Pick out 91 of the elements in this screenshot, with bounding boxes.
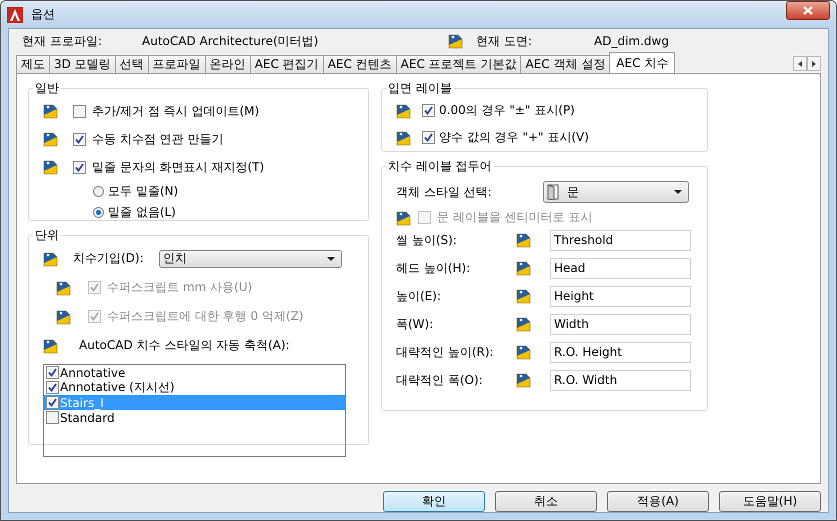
door-icon (547, 184, 559, 200)
checkbox[interactable] (422, 104, 435, 117)
profile-value: AutoCAD Architecture(미터법) (142, 32, 320, 50)
close-icon (803, 6, 813, 15)
drawing-file-icon (516, 344, 532, 360)
drawing-file-icon (396, 210, 412, 226)
style-dropdown[interactable]: 문 (543, 181, 689, 203)
drawing-file-icon (448, 33, 464, 49)
dialog-button[interactable]: 확인 (383, 491, 485, 512)
drawing-file-icon (516, 316, 532, 332)
checkbox-label: 수동 치수점 연관 만들기 (92, 130, 224, 148)
group-title: 입면 레이블 (387, 80, 453, 97)
right-arrow-icon (812, 60, 816, 66)
close-button[interactable] (786, 1, 830, 20)
list-item[interactable]: Annotative (44, 365, 345, 380)
units-dropdown[interactable]: 인치 (159, 250, 342, 268)
field-label: 치수기입(D): (73, 250, 145, 267)
dropdown-arrow-icon (674, 190, 682, 194)
drawing-file-icon (516, 288, 532, 304)
checkbox-label: 양수 값의 경우 "+" 표시(V) (439, 129, 589, 146)
checkbox[interactable] (46, 381, 59, 394)
text-field[interactable]: R.O. Height (550, 342, 691, 362)
radio-label: 모두 밑줄(N) (108, 183, 178, 200)
list-item[interactable]: Standard (44, 410, 345, 425)
text-field[interactable]: Height (550, 286, 691, 306)
checkbox[interactable] (46, 396, 59, 409)
drawing-file-icon (516, 260, 532, 276)
tab[interactable]: AEC 편집기 (250, 55, 324, 73)
field-label: 객체 스타일 선택: (396, 184, 493, 200)
drawing-file-icon (43, 250, 59, 266)
tab[interactable]: 선택 (114, 55, 149, 73)
checkbox-label: 수퍼스크립트에 대한 후행 0 억제(Z) (107, 308, 304, 325)
radio-button[interactable] (93, 186, 104, 197)
group-title: 일반 (34, 80, 60, 97)
left-arrow-icon (798, 60, 802, 66)
tab[interactable]: AEC 객체 설정 (520, 55, 610, 73)
checkbox[interactable] (73, 104, 86, 118)
dialog-button[interactable]: 취소 (495, 491, 597, 512)
tab[interactable]: 제도 (16, 55, 50, 73)
app-logo-icon (7, 6, 23, 22)
drawing-label: 현재 도면: (476, 32, 533, 50)
drawing-file-icon (43, 338, 59, 354)
drawing-file-icon (43, 103, 59, 119)
checkbox-label: 수퍼스크립트 mm 사용(U) (107, 279, 252, 296)
dialog-button[interactable]: 적용(A) (607, 491, 709, 512)
group-title: 단위 (34, 227, 60, 244)
drawing-file-icon (516, 232, 532, 248)
dropdown-arrow-icon (327, 256, 335, 260)
tab[interactable]: AEC 치수 (609, 52, 676, 73)
drawing-file-icon (43, 159, 59, 175)
field-label: 대략적인 높이(R): (396, 344, 495, 360)
text-field[interactable]: Threshold (550, 230, 691, 250)
checkbox-label: 밑줄 문자의 화면표시 재지정(T) (92, 158, 264, 176)
text-field[interactable]: R.O. Width (550, 370, 691, 390)
checkbox[interactable] (46, 366, 59, 379)
field-label: 대략적인 폭(O): (396, 372, 484, 388)
checkbox-label: 추가/제거 점 즉시 업데이트(M) (92, 102, 260, 120)
checkbox[interactable] (46, 411, 59, 424)
list-item[interactable]: Annotative (지시선) (44, 380, 345, 395)
drawing-file-icon (56, 280, 72, 296)
tab[interactable]: AEC 컨텐츠 (322, 55, 397, 73)
field-label: 헤드 높이(H): (396, 260, 472, 276)
drawing-file-icon (56, 308, 72, 324)
group-title: 치수 레이블 접두어 (387, 158, 493, 175)
checkbox[interactable] (73, 132, 86, 146)
radio-button[interactable] (93, 207, 104, 218)
checkbox-label: 문 레이블을 센티미터로 표시 (437, 209, 592, 226)
profile-label: 현재 프로파일: (22, 32, 103, 50)
scroll-right-button[interactable] (807, 56, 821, 71)
tab[interactable]: 온라인 (204, 55, 251, 73)
field-label: 씰 높이(S): (396, 232, 458, 248)
drawing-file-icon (396, 130, 412, 146)
text-field[interactable]: Width (550, 314, 691, 334)
window-title: 옵션 (31, 6, 55, 23)
drawing-value: AD_dim.dwg (594, 34, 669, 48)
checkbox-label: 0.00의 경우 "±" 표시(P) (439, 102, 575, 119)
checkbox[interactable] (73, 160, 86, 174)
tab[interactable]: AEC 프로젝트 기본값 (396, 55, 522, 73)
checkbox[interactable] (422, 131, 435, 144)
text-field[interactable]: Head (550, 258, 691, 278)
drawing-file-icon (396, 102, 412, 118)
tab[interactable]: 3D 모델링 (49, 55, 116, 73)
drawing-file-icon (516, 372, 532, 388)
scroll-left-button[interactable] (793, 56, 807, 71)
field-label: 폭(W): (396, 316, 434, 332)
field-label: 높이(E): (396, 288, 442, 304)
tab[interactable]: 프로파일 (148, 55, 206, 73)
drawing-file-icon (43, 131, 59, 147)
radio-label: 밑줄 없음(L) (108, 204, 176, 221)
dialog-button[interactable]: 도움말(H) (719, 491, 821, 512)
list-label: AutoCAD 치수 스타일의 자동 축척(A): (79, 337, 290, 354)
